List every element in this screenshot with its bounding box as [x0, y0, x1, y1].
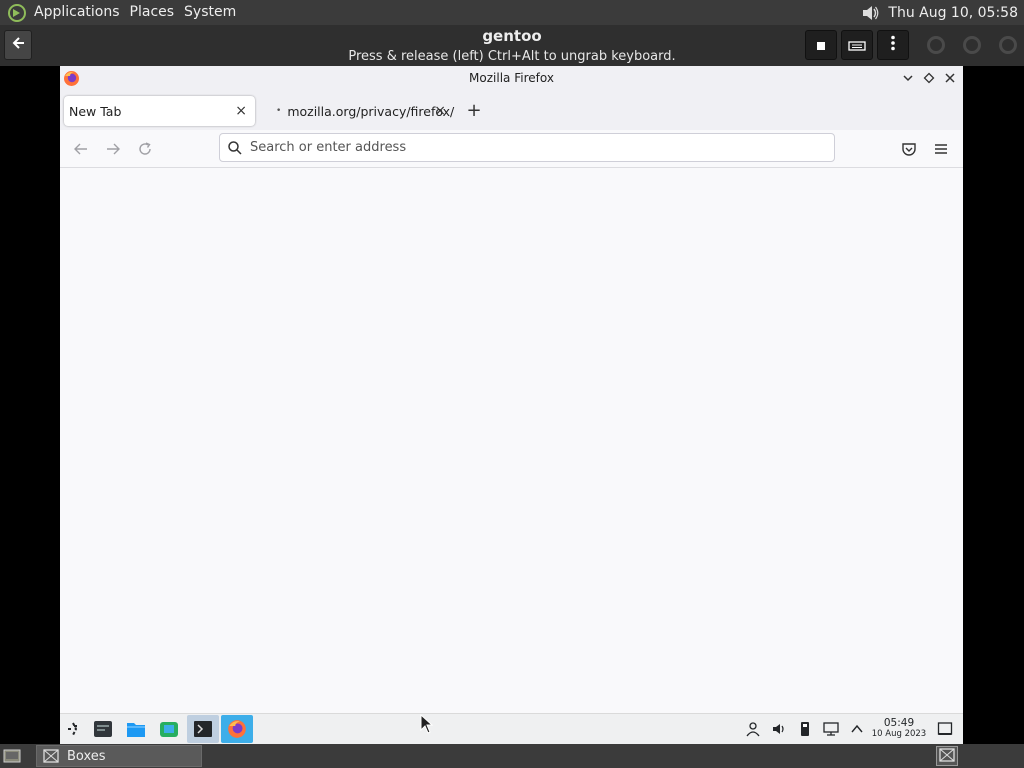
minimize-window-button[interactable]	[927, 36, 945, 54]
software-center-icon[interactable]	[158, 718, 180, 740]
new-tab-button[interactable]: +	[464, 100, 484, 121]
mouse-cursor-icon	[420, 714, 434, 734]
stop-icon	[816, 36, 826, 55]
mate-menu-icon[interactable]	[6, 2, 28, 24]
titlebar-close-button[interactable]	[942, 70, 958, 86]
close-tab-icon[interactable]: ×	[434, 103, 446, 119]
guest-clock-time: 05:49	[883, 717, 915, 729]
tab-mozilla-privacy[interactable]: • mozilla.org/privacy/firefox/ ×	[272, 96, 455, 126]
app-launcher-icon[interactable]	[62, 718, 84, 740]
boxes-header-bar: gentoo Press & release (left) Ctrl+Alt t…	[0, 25, 1024, 66]
usb-device-icon[interactable]	[796, 720, 814, 738]
user-icon[interactable]	[744, 720, 762, 738]
forward-arrow-icon[interactable]	[104, 140, 122, 158]
tab-new-tab[interactable]: New Tab ×	[64, 96, 255, 126]
reload-icon[interactable]	[136, 140, 154, 158]
address-bar[interactable]	[219, 133, 835, 162]
search-icon	[220, 140, 250, 156]
taskbar-item-boxes[interactable]: Boxes	[36, 745, 202, 767]
navigation-toolbar	[60, 130, 963, 168]
guest-taskbar: 05:49 10 Aug 2023	[60, 713, 963, 744]
volume-icon[interactable]	[770, 720, 788, 738]
tab-label: New Tab	[69, 103, 122, 119]
screen: Applications Places System Thu Aug 10, 0…	[0, 0, 1024, 768]
window-title: Mozilla Firefox	[469, 71, 554, 85]
tab-strip: New Tab × • mozilla.org/privacy/firefox/…	[60, 92, 963, 130]
firefox-icon[interactable]	[226, 718, 248, 740]
guest-display[interactable]: Mozilla Firefox New Tab × • mozilla.org/…	[60, 66, 963, 744]
stop-button[interactable]	[805, 30, 837, 60]
konsole-icon[interactable]	[192, 718, 214, 740]
firefox-titlebar[interactable]: Mozilla Firefox	[60, 66, 963, 92]
close-tab-icon[interactable]: ×	[235, 103, 247, 119]
applications-menu[interactable]: Applications	[34, 0, 120, 25]
tab-label: mozilla.org/privacy/firefox/	[287, 103, 455, 119]
places-menu[interactable]: Places	[130, 0, 175, 25]
boxes-app-icon	[41, 748, 61, 764]
close-window-button[interactable]	[999, 36, 1017, 54]
system-menu[interactable]: System	[184, 0, 236, 25]
tab-loading-dot-icon: •	[276, 106, 282, 116]
network-icon[interactable]	[822, 720, 840, 738]
pocket-icon[interactable]	[900, 140, 918, 158]
kebab-menu-icon	[891, 35, 895, 55]
host-bottom-panel: Boxes	[0, 744, 1024, 768]
maximize-window-button[interactable]	[963, 36, 981, 54]
expand-tray-icon[interactable]	[848, 720, 866, 738]
titlebar-maximize-button[interactable]	[921, 70, 937, 86]
page-content[interactable]	[60, 168, 963, 713]
address-input[interactable]	[250, 140, 810, 155]
file-manager-icon[interactable]	[125, 718, 147, 740]
terminal-icon[interactable]	[92, 718, 114, 740]
host-top-panel: Applications Places System Thu Aug 10, 0…	[0, 0, 1024, 25]
host-clock[interactable]: Thu Aug 10, 05:58	[888, 5, 1018, 21]
back-arrow-icon[interactable]	[72, 140, 90, 158]
taskbar-item-label: Boxes	[67, 748, 106, 764]
workspace-icon	[939, 747, 955, 766]
keyboard-button[interactable]	[841, 30, 873, 60]
titlebar-minimize-button[interactable]	[900, 70, 916, 86]
guest-clock-date: 10 Aug 2023	[871, 729, 927, 739]
show-desktop-icon[interactable]	[2, 747, 22, 765]
properties-menu-button[interactable]	[877, 30, 909, 60]
keyboard-icon	[848, 36, 866, 55]
guest-clock[interactable]: 05:49 10 Aug 2023	[868, 717, 930, 740]
workspace-switcher[interactable]	[936, 746, 958, 766]
hamburger-menu-icon[interactable]	[932, 140, 950, 158]
show-desktop-icon[interactable]	[936, 720, 954, 738]
volume-icon[interactable]	[858, 2, 882, 24]
